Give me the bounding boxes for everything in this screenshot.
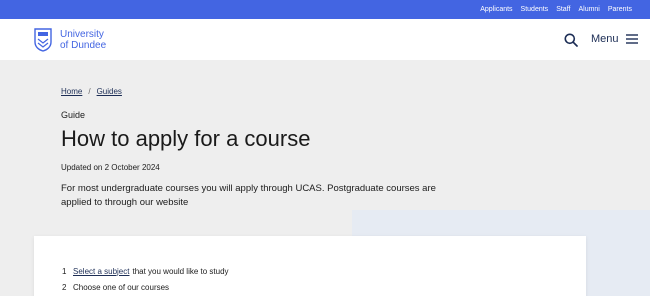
hamburger-icon <box>625 34 638 44</box>
link-parents[interactable]: Parents <box>608 6 632 13</box>
breadcrumb-guides[interactable]: Guides <box>97 87 122 96</box>
page-eyebrow: Guide <box>61 110 86 120</box>
steps-list: 1 Select a subject that you would like t… <box>62 263 229 295</box>
breadcrumb-home[interactable]: Home <box>61 87 82 96</box>
menu-label: Menu <box>591 33 619 45</box>
step-number: 2 <box>62 282 67 292</box>
link-students[interactable]: Students <box>521 6 549 13</box>
intro-text: For most undergraduate courses you will … <box>61 183 436 208</box>
step-number: 1 <box>62 266 67 276</box>
link-alumni[interactable]: Alumni <box>578 6 599 13</box>
link-staff[interactable]: Staff <box>556 6 570 13</box>
list-item: 2 Choose one of our courses <box>62 279 229 295</box>
logo-line-2: of Dundee <box>60 40 107 51</box>
logo-text: University of Dundee <box>60 29 106 51</box>
breadcrumb: Home / Guides <box>61 87 122 96</box>
list-item: 1 Select a subject that you would like t… <box>62 263 229 279</box>
site-header: University of Dundee Menu <box>0 19 650 60</box>
select-subject-link[interactable]: Select a subject <box>73 267 129 276</box>
step-text: that you would like to study <box>132 266 229 276</box>
logo-line-1: University <box>60 29 104 40</box>
step-text: Choose one of our courses <box>73 282 170 292</box>
menu-button[interactable]: Menu <box>591 33 638 45</box>
updated-date: Updated on 2 October 2024 <box>61 163 160 172</box>
utility-links: Applicants Students Staff Alumni Parents <box>480 0 632 19</box>
utility-bar: Applicants Students Staff Alumni Parents <box>0 0 650 19</box>
page-title: How to apply for a course <box>61 126 311 151</box>
search-icon[interactable] <box>564 33 578 47</box>
breadcrumb-separator: / <box>88 87 91 96</box>
university-logo[interactable]: University of Dundee <box>34 28 106 52</box>
link-applicants[interactable]: Applicants <box>480 6 512 13</box>
crest-icon <box>34 28 52 52</box>
